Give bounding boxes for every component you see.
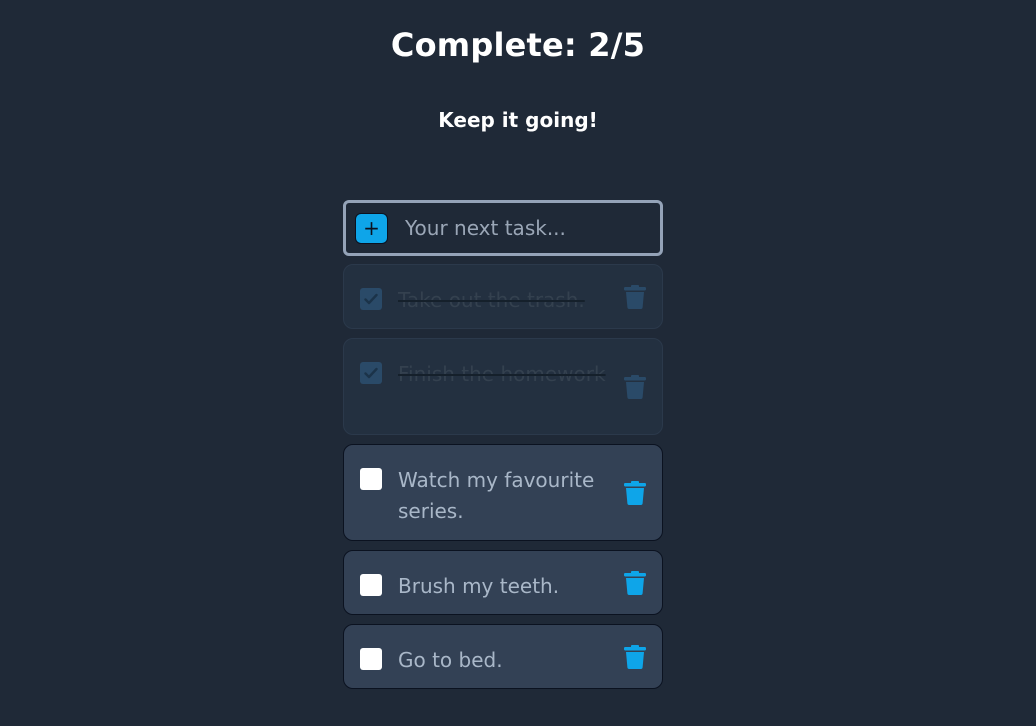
task-label: Take out the trash. xyxy=(398,288,585,312)
plus-icon: + xyxy=(363,216,380,240)
task-checkbox[interactable] xyxy=(360,362,382,384)
add-task-button[interactable]: + xyxy=(355,212,388,244)
trash-icon[interactable] xyxy=(624,481,646,505)
task-item: Go to bed. xyxy=(343,624,663,689)
new-task-input[interactable] xyxy=(405,216,645,240)
trash-icon[interactable] xyxy=(624,645,646,669)
task-label: Go to bed. xyxy=(398,648,503,672)
trash-icon[interactable] xyxy=(624,571,646,595)
task-item: Finish the homework xyxy=(343,338,663,435)
task-checkbox[interactable] xyxy=(360,468,382,490)
task-checkbox[interactable] xyxy=(360,288,382,310)
todo-app: Complete: 2/5 Keep it going! + Take out … xyxy=(0,0,1036,726)
task-item: Take out the trash. xyxy=(343,264,663,329)
trash-icon[interactable] xyxy=(624,375,646,399)
completion-title: Complete: 2/5 xyxy=(390,26,646,64)
task-label: Brush my teeth. xyxy=(398,574,560,598)
task-checkbox[interactable] xyxy=(360,648,382,670)
check-icon xyxy=(364,293,378,305)
trash-icon[interactable] xyxy=(624,285,646,309)
task-label: Watch my favourite series. xyxy=(398,468,595,523)
task-item: Brush my teeth. xyxy=(343,550,663,615)
check-icon xyxy=(364,367,378,379)
task-column: + Take out the trash. Finish the homewor… xyxy=(343,200,663,698)
new-task-form: + xyxy=(343,200,663,256)
task-checkbox[interactable] xyxy=(360,574,382,596)
task-item: Watch my favourite series. xyxy=(343,444,663,541)
encouragement-text: Keep it going! xyxy=(438,108,598,132)
task-label: Finish the homework xyxy=(398,362,606,386)
